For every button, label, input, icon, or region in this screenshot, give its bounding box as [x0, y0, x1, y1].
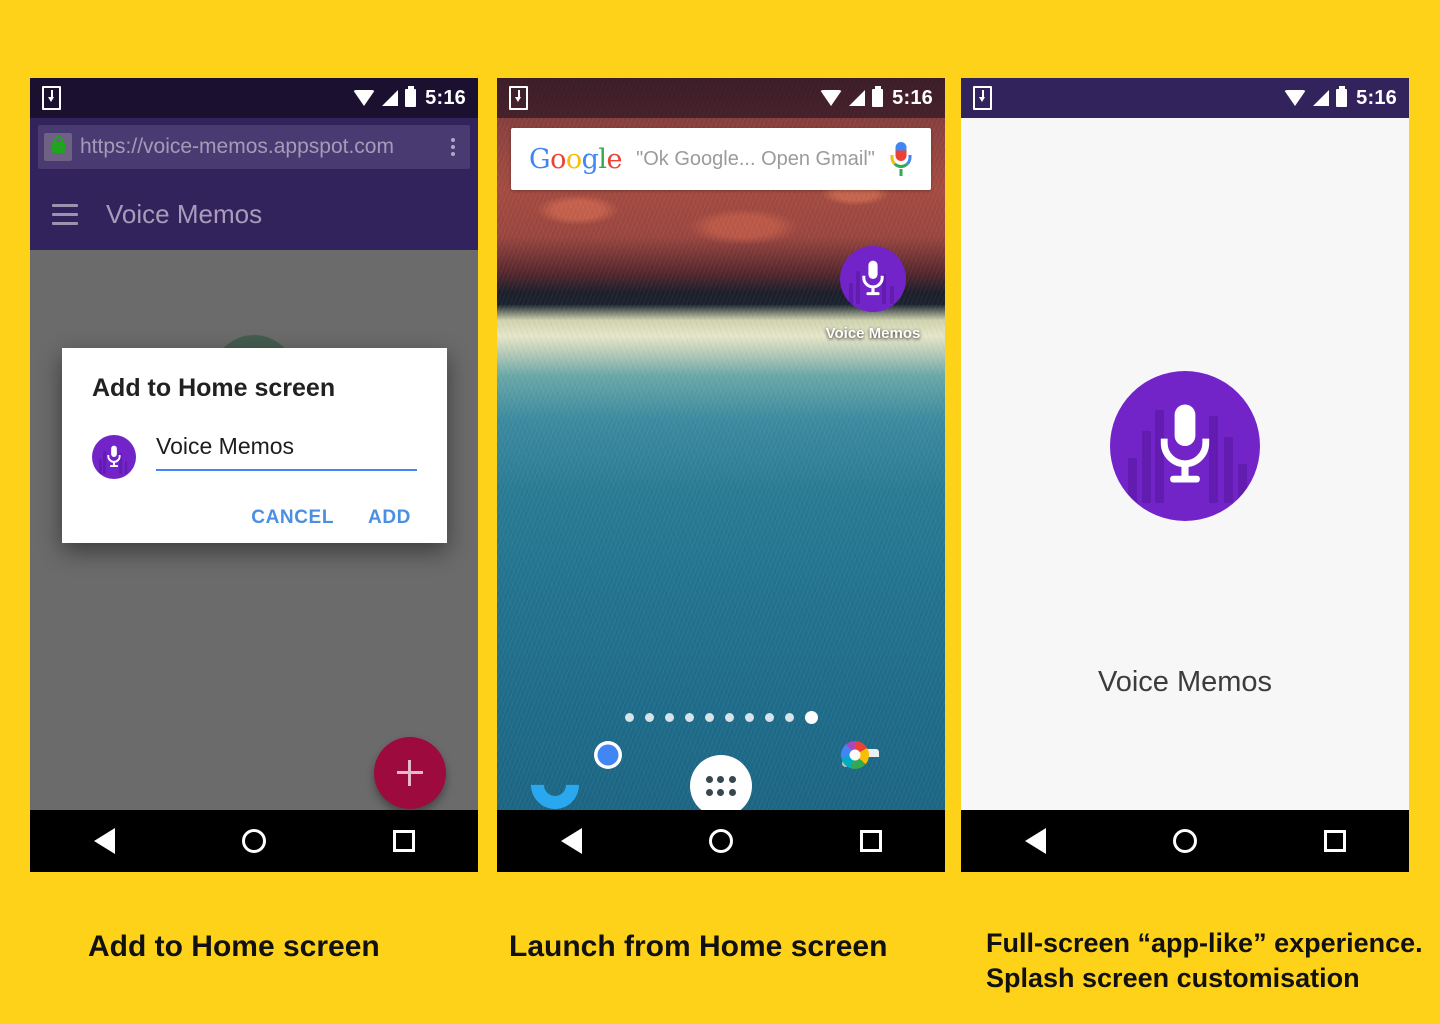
microphone-glyph: [1160, 404, 1210, 483]
download-notification-icon: [973, 86, 992, 110]
shortcut-name-input[interactable]: Voice Memos: [156, 433, 417, 471]
plus-icon: [397, 760, 423, 786]
status-time: 5:16: [892, 86, 933, 109]
search-hint-text: "Ok Google... Open Gmail": [636, 147, 875, 170]
wifi-icon: [1284, 90, 1307, 106]
voice-memos-app-icon: [1110, 371, 1260, 521]
back-triangle-icon[interactable]: [560, 828, 582, 854]
battery-icon: [872, 86, 884, 107]
shortcut-name-value: Voice Memos: [156, 433, 295, 459]
home-screen-shortcut-voice-memos[interactable]: Voice Memos: [823, 246, 923, 342]
page-dot[interactable]: [644, 713, 654, 722]
status-bar-left: [973, 86, 992, 110]
google-mic-icon[interactable]: [889, 142, 913, 176]
secure-lock-icon: [44, 133, 72, 161]
wifi-icon: [353, 90, 376, 106]
play-movies-icon[interactable]: [772, 755, 834, 817]
chrome-icon[interactable]: [608, 755, 670, 817]
navigation-bar: [497, 810, 945, 872]
home-circle-icon[interactable]: [241, 829, 266, 853]
status-bar-right: 5:16: [353, 86, 466, 110]
cell-signal-icon: [382, 90, 399, 106]
splash-content: Voice Memos: [961, 118, 1409, 810]
caption-panel-3: Full-screen “app-like” experience. Splas…: [986, 926, 1423, 995]
caption-panel-3-line2: Splash screen customisation: [986, 962, 1360, 993]
phone-add-to-home-screen: 5:16 https://voice-memos.appspot.com Voi…: [30, 78, 478, 872]
app-bar-title: Voice Memos: [106, 198, 263, 229]
cancel-button[interactable]: CANCEL: [251, 507, 334, 529]
hamburger-menu-icon[interactable]: [52, 203, 78, 225]
microphone-glyph: [107, 445, 121, 467]
page-dot[interactable]: [664, 713, 674, 722]
browser-content: Record something!: [30, 250, 478, 861]
app-bar: Voice Memos: [30, 178, 478, 250]
splash-icon-wrap: [1110, 371, 1260, 526]
status-bar-left: [509, 86, 528, 110]
page-dot[interactable]: [624, 713, 634, 722]
back-triangle-icon[interactable]: [93, 828, 115, 854]
voice-memos-app-icon: [840, 246, 906, 312]
phone-home-screen: 5:16 Google "Ok Google... Open Gmail" Vo…: [497, 78, 945, 872]
overflow-menu-icon[interactable]: [442, 138, 464, 156]
download-notification-icon: [42, 86, 61, 110]
phone-splash-screen: 5:16 Voice Memos: [961, 78, 1409, 872]
dialog-title: Add to Home screen: [92, 374, 336, 402]
status-bar: 5:16: [30, 78, 478, 118]
dialog-actions: CANCEL ADD: [92, 507, 417, 529]
page-dot[interactable]: [724, 713, 734, 722]
microphone-glyph: [862, 260, 884, 296]
status-bar-right: 5:16: [1284, 86, 1397, 110]
battery-icon: [405, 86, 417, 107]
status-time: 5:16: [1356, 86, 1397, 109]
voice-memos-app-icon: [92, 435, 136, 479]
phone-icon[interactable]: [525, 755, 587, 817]
recents-square-icon[interactable]: [392, 830, 415, 852]
add-button[interactable]: ADD: [368, 507, 411, 529]
navigation-bar: [961, 810, 1409, 872]
status-bar: 5:16: [497, 78, 945, 118]
omnibox-url[interactable]: https://voice-memos.appspot.com: [80, 135, 442, 159]
google-search-widget[interactable]: Google "Ok Google... Open Gmail": [511, 128, 931, 190]
navigation-bar: [30, 810, 478, 872]
record-fab-button[interactable]: [374, 737, 446, 809]
splash-app-label: Voice Memos: [1097, 666, 1273, 698]
home-dock: [497, 741, 945, 817]
page-dot[interactable]: [684, 713, 694, 722]
dialog-body: Voice Memos: [92, 433, 417, 479]
caption-panel-1: Add to Home screen: [88, 930, 380, 963]
recents-square-icon[interactable]: [859, 830, 882, 852]
status-bar-right: 5:16: [820, 86, 933, 110]
status-bar: 5:16: [961, 78, 1409, 118]
download-notification-icon: [509, 86, 528, 110]
home-circle-icon[interactable]: [708, 829, 733, 853]
home-page-indicator: [497, 711, 945, 724]
back-triangle-icon[interactable]: [1024, 828, 1046, 854]
cell-signal-icon: [849, 90, 866, 106]
caption-panel-3-line1: Full-screen “app-like” experience.: [986, 928, 1423, 958]
browser-toolbar: https://voice-memos.appspot.com: [30, 118, 478, 178]
caption-panel-2: Launch from Home screen: [509, 930, 888, 963]
google-logo: Google: [529, 143, 623, 175]
status-time: 5:16: [425, 86, 466, 109]
status-bar-left: [42, 86, 61, 110]
page-dot[interactable]: [744, 713, 754, 722]
page-dot[interactable]: [784, 713, 794, 722]
page-dot[interactable]: [764, 713, 774, 722]
recents-square-icon[interactable]: [1323, 830, 1346, 852]
battery-icon: [1336, 86, 1348, 107]
add-to-home-screen-dialog: Add to Home screen Voice Memos CANCEL AD…: [62, 348, 447, 543]
page-dot[interactable]: [704, 713, 714, 722]
home-circle-icon[interactable]: [1172, 829, 1197, 853]
cell-signal-icon: [1313, 90, 1330, 106]
camera-icon[interactable]: [840, 741, 917, 817]
shortcut-label: Voice Memos: [825, 325, 921, 342]
omnibox[interactable]: https://voice-memos.appspot.com: [38, 125, 470, 169]
page-dot-active[interactable]: [804, 711, 818, 724]
wifi-icon: [820, 90, 843, 106]
app-drawer-icon[interactable]: [689, 755, 752, 817]
